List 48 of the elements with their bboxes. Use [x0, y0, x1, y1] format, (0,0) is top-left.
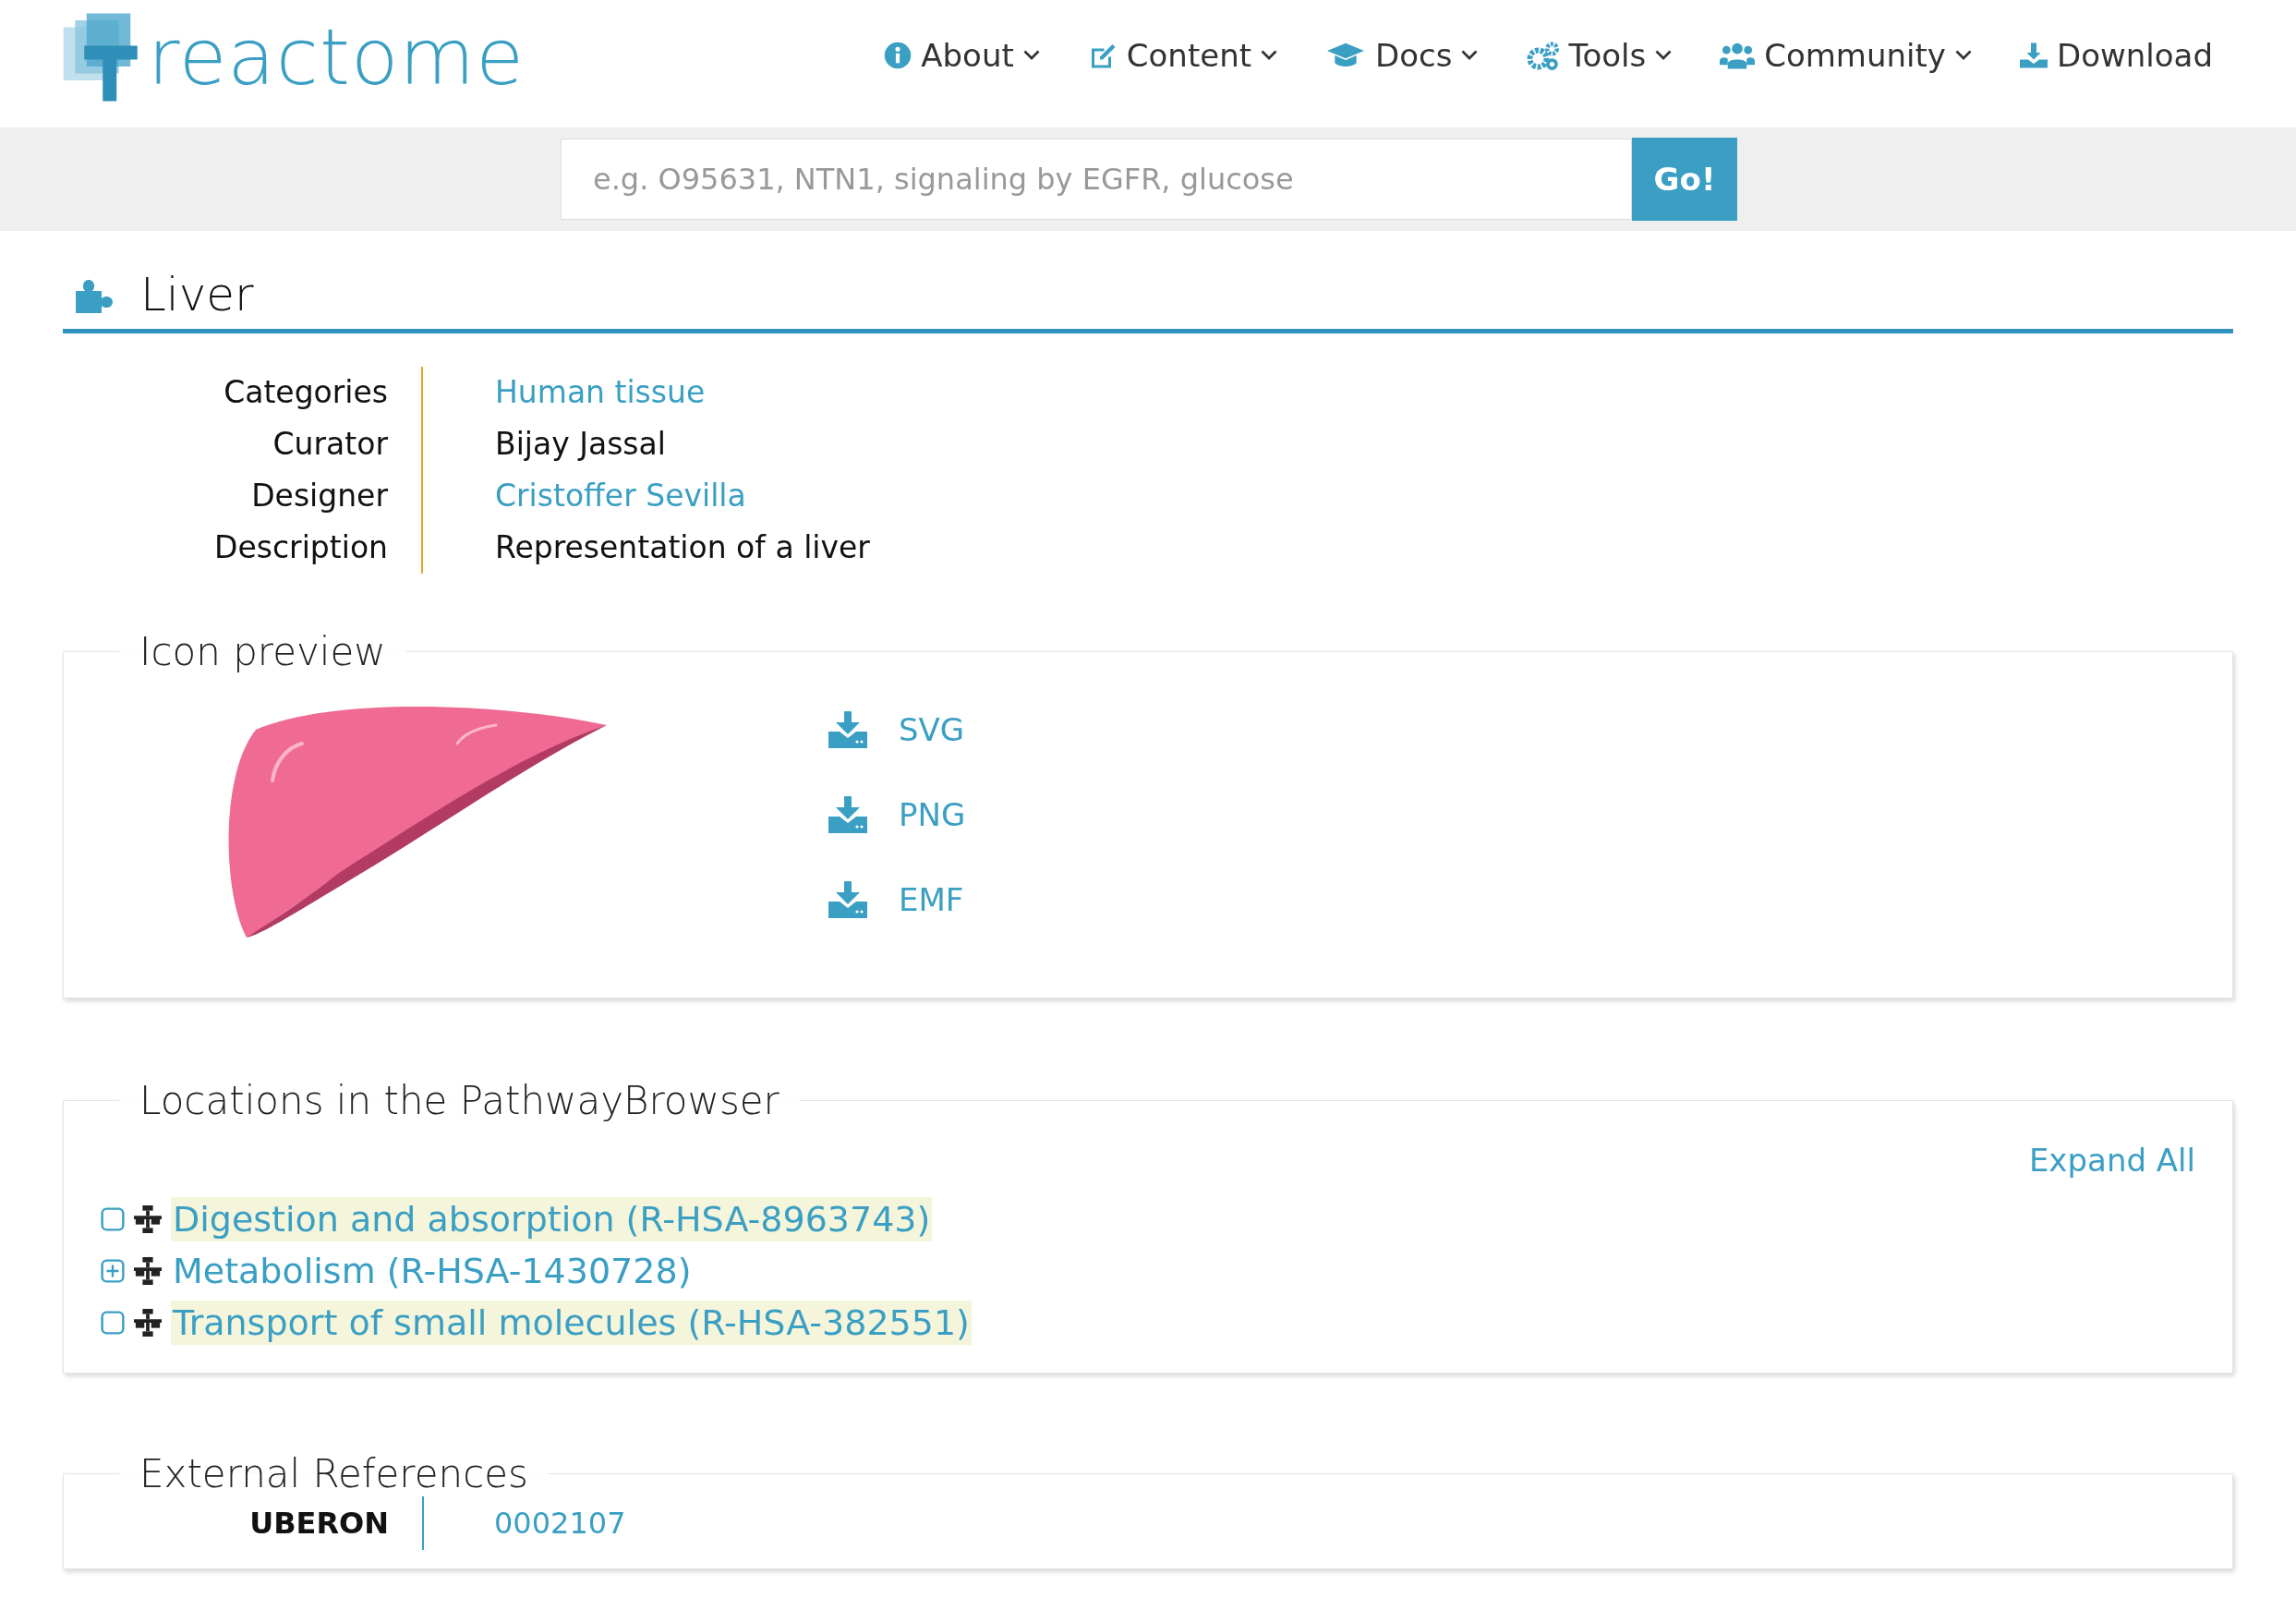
nav-menu-item[interactable]: Download — [2020, 37, 2213, 74]
pathway-icon — [134, 1309, 162, 1337]
people-icon — [1720, 42, 1756, 69]
chevron-down-icon — [1261, 50, 1278, 61]
detail-link[interactable]: Human tissue — [495, 374, 706, 410]
go-button[interactable]: Go! — [1632, 138, 1737, 221]
pathway-icon — [134, 1205, 162, 1233]
logo-text[interactable]: reactome — [148, 12, 525, 103]
detail-label: Description — [63, 522, 423, 574]
download-icon — [828, 881, 867, 918]
chevron-down-icon — [1655, 50, 1673, 61]
nav-menu-item[interactable]: About — [884, 37, 1040, 74]
download-link[interactable]: PNG — [828, 796, 966, 833]
gears-icon — [1526, 40, 1560, 71]
nav-menu-item[interactable]: Docs — [1325, 37, 1479, 74]
leaf-node-icon — [101, 1311, 125, 1335]
chevron-down-icon — [1955, 50, 1972, 61]
search-field[interactable]: e.g. O95631, NTN1, signaling by EGFR, glucose — [561, 139, 1632, 220]
download-link[interactable]: SVG — [828, 711, 966, 748]
chevron-down-icon — [1022, 50, 1040, 61]
download-icon — [828, 796, 867, 833]
section-legend: Locations in the PathwayBrowser — [119, 1078, 800, 1123]
pathway-link[interactable]: Metabolism (R-HSA-1430728) — [171, 1249, 694, 1293]
chevron-down-icon — [1461, 50, 1479, 61]
nav-menu-item[interactable]: Content — [1087, 37, 1278, 74]
detail-link[interactable]: Cristoffer Sevilla — [495, 478, 746, 514]
expand-icon[interactable] — [101, 1259, 125, 1283]
reference-link[interactable]: 0002107 — [494, 1506, 626, 1541]
detail-label: Categories — [63, 367, 423, 418]
page-title: Liver — [140, 268, 254, 321]
nav-menu-item[interactable]: Tools — [1526, 37, 1673, 74]
detail-label: Curator — [63, 418, 423, 470]
leaf-node-icon — [101, 1207, 125, 1231]
expand-all-link[interactable]: Expand All — [2028, 1142, 2195, 1179]
detail-label: Designer — [63, 470, 423, 522]
info-icon — [884, 42, 912, 69]
section-legend: Icon preview — [119, 629, 406, 674]
detail-value: Bijay Jassal — [495, 426, 666, 462]
pathway-link[interactable]: Digestion and absorption (R-HSA-8963743) — [171, 1197, 933, 1241]
nav-menu-item[interactable]: Community — [1720, 37, 1972, 74]
reference-label: UBERON — [101, 1496, 424, 1550]
download-icon — [2020, 42, 2048, 69]
detail-value: Representation of a liver — [495, 529, 870, 565]
pathway-icon — [134, 1257, 162, 1285]
pathway-link[interactable]: Transport of small molecules (R-HSA-382551) — [171, 1301, 972, 1345]
download-icon — [828, 711, 867, 748]
section-legend: External References — [119, 1451, 549, 1496]
download-link[interactable]: EMF — [828, 881, 966, 918]
